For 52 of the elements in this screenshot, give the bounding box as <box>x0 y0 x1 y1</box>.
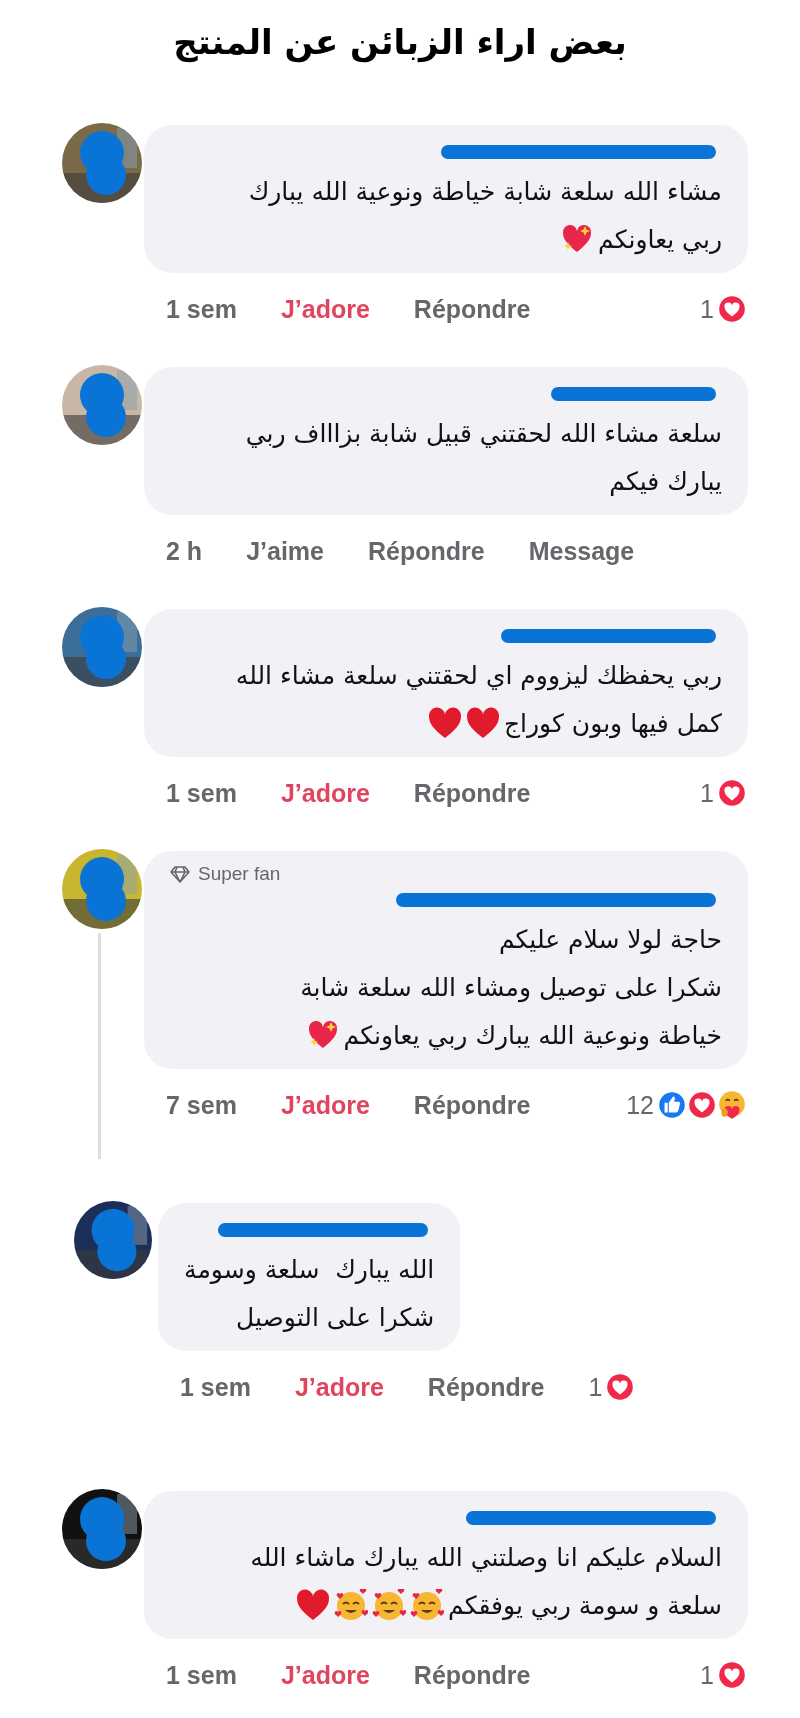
comment-text: كمل فيها وبون كوراج <box>503 708 722 738</box>
comment-text: ربي يحفظك ليزووم اي لحقتني سلعة مشاء الله <box>235 660 722 690</box>
comment-text: الله يبارك سلعة وسومة <box>184 1254 435 1284</box>
reaction-count: 1 <box>700 294 714 324</box>
smiling-face-hearts-icon <box>372 1589 406 1621</box>
comment-text: سلعة مشاء الله لحقتني قبيل شابة بزاااف ربي <box>245 418 722 448</box>
badge-label: Super fan <box>198 863 281 885</box>
reply-link[interactable]: Répondre <box>413 778 531 808</box>
comment-time: 7 sem <box>166 1090 237 1120</box>
comment-text: خياطة ونوعية الله يبارك ربي يعاونكم <box>343 1020 722 1050</box>
heart-reaction-icon[interactable] <box>716 777 748 809</box>
react-link[interactable]: J’adore <box>294 1372 384 1402</box>
heart-reaction-icon[interactable] <box>716 1659 748 1691</box>
comment-text: شكرا على توصيل ومشاء الله سلعة شابة <box>300 972 722 1002</box>
reply-link[interactable]: Répondre <box>427 1372 545 1402</box>
react-link[interactable]: J’adore <box>280 294 370 324</box>
comment-time: 1 sem <box>166 294 237 324</box>
heart-icon <box>427 707 462 739</box>
heart-reaction-icon[interactable] <box>716 293 748 325</box>
heart-icon <box>465 707 500 739</box>
reaction-count: 1 <box>700 778 714 808</box>
smiling-face-hearts-icon <box>334 1589 368 1621</box>
heart-reaction-icon[interactable] <box>686 1089 718 1121</box>
heart-icon <box>296 1589 330 1621</box>
comment-text: يبارك فيكم <box>609 466 722 496</box>
comment-text: حاجة لولا سلام عليكم <box>498 924 722 954</box>
reply-link[interactable]: Répondre <box>413 294 531 324</box>
reaction-count: 1 <box>700 1660 714 1690</box>
reply-link[interactable]: Répondre <box>413 1090 531 1120</box>
message-link[interactable]: Message <box>528 536 635 566</box>
comment-text: السلام عليكم انا وصلتني الله يبارك ماشاء الله <box>250 1542 722 1572</box>
react-link[interactable]: J’adore <box>280 778 370 808</box>
react-link[interactable]: J’adore <box>280 1660 370 1690</box>
hug-emoji-icon[interactable] <box>716 1089 748 1121</box>
diamond-icon <box>170 865 190 883</box>
comment-text: سلعة و سومة ربي يوفقكم <box>448 1590 722 1620</box>
react-link[interactable]: J’aime <box>246 536 324 566</box>
react-link[interactable]: J’adore <box>280 1090 370 1120</box>
comment-text: ربي يعاونكم <box>598 224 722 254</box>
reply-link[interactable]: Répondre <box>367 536 485 566</box>
reaction-count: 12 <box>626 1090 654 1120</box>
page-title: بعض اراء الزبائن عن المنتج <box>172 21 628 65</box>
reaction-count: 1 <box>588 1372 603 1402</box>
like-reaction-icon[interactable] <box>656 1089 688 1121</box>
comment-time: 1 sem <box>166 778 237 808</box>
comment-text: شكرا على التوصيل <box>236 1302 435 1332</box>
comment-time: 2 h <box>166 536 203 566</box>
comment-time: 1 sem <box>166 1660 237 1690</box>
reply-link[interactable]: Répondre <box>413 1660 531 1690</box>
smiling-face-hearts-icon <box>410 1589 444 1621</box>
comment-time: 1 sem <box>180 1372 251 1402</box>
comment-text: مشاء الله سلعة شابة خياطة ونوعية الله يبارك <box>248 176 722 206</box>
